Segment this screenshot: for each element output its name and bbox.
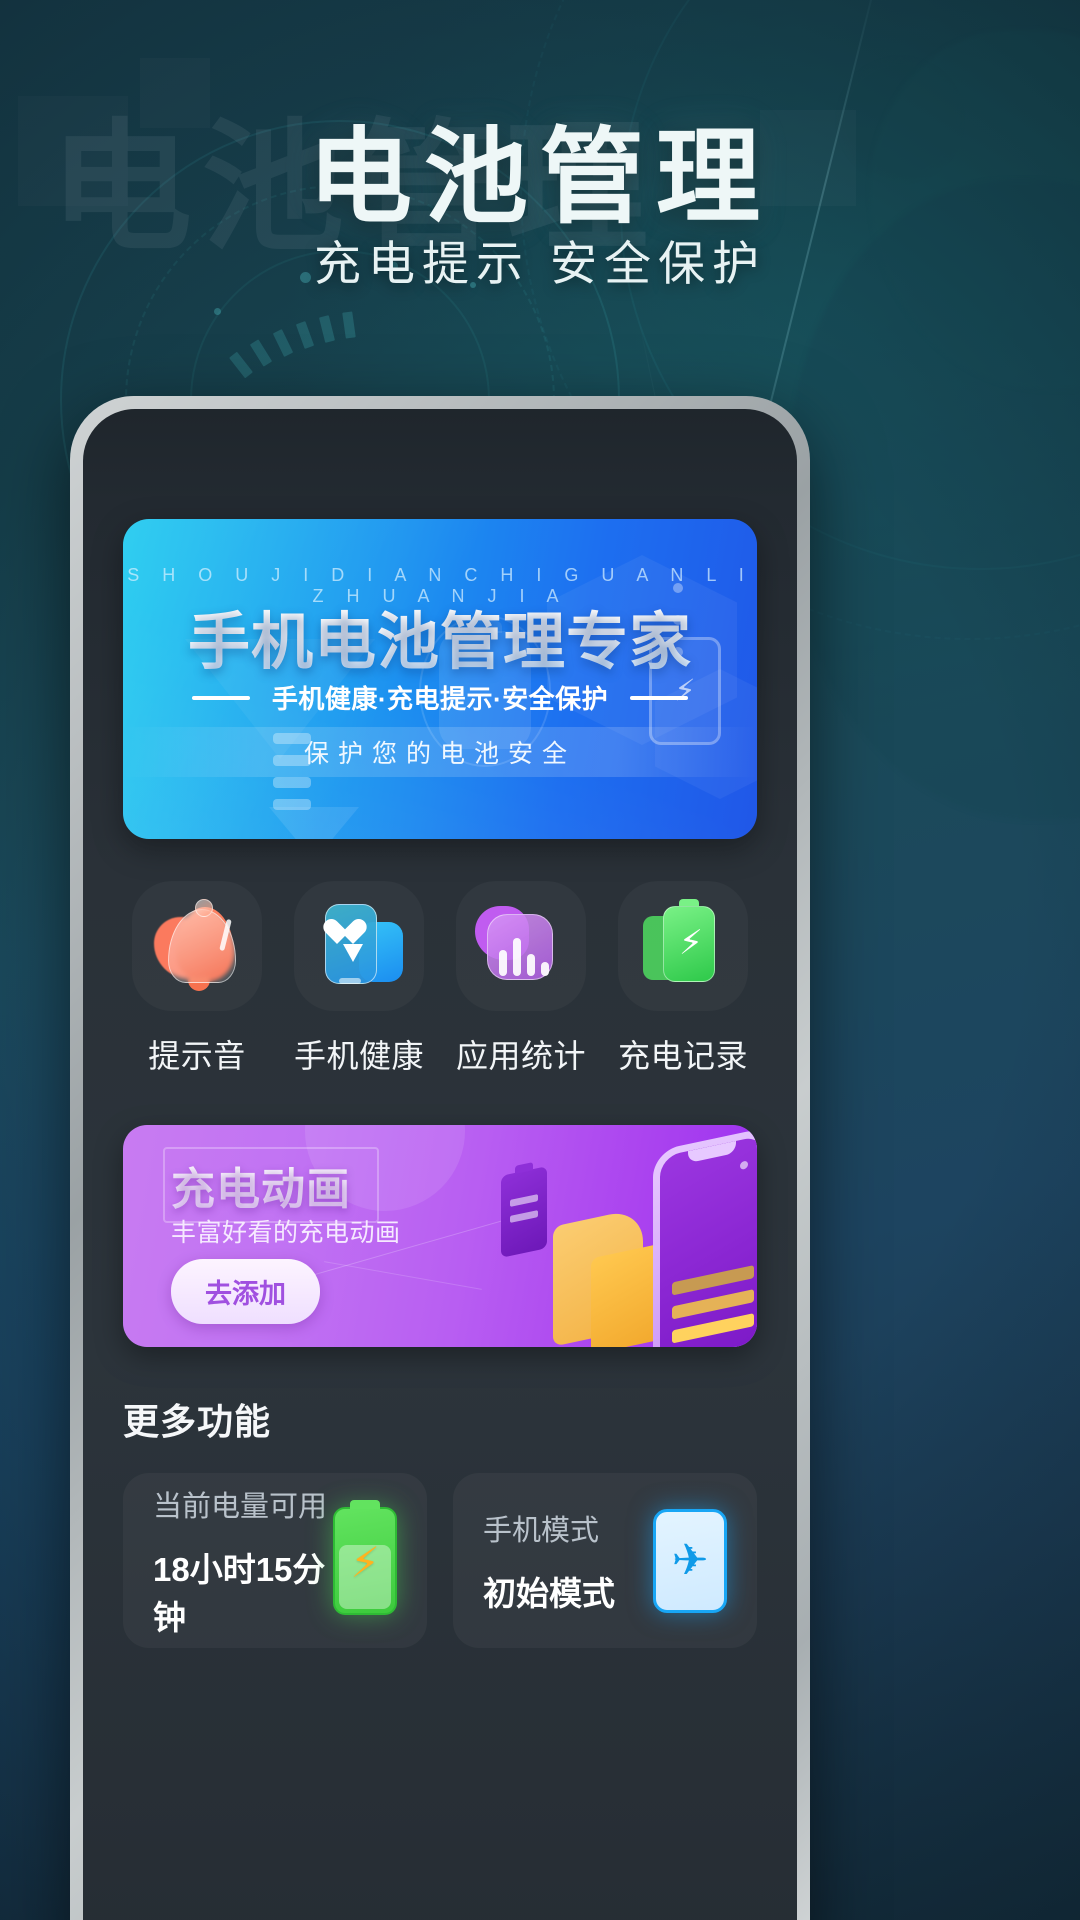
airplane-mode-icon: ✈ (653, 1508, 727, 1613)
quick-item-tone[interactable]: 提示音 (127, 881, 267, 1077)
battery-remaining-label: 当前电量可用 (153, 1490, 328, 1523)
promo-title-frame (163, 1147, 379, 1223)
phone-mode-text: 手机模式 初始模式 (483, 1507, 615, 1615)
battery-remaining-card[interactable]: 当前电量可用 18小时15分钟 ⚡ (123, 1473, 427, 1648)
charging-battery-icon: ⚡ (333, 1506, 397, 1615)
quick-item-label: 提示音 (148, 1038, 246, 1074)
quick-item-icon-box (132, 881, 262, 1011)
battery-remaining-text: 当前电量可用 18小时15分钟 (153, 1483, 333, 1639)
divider-left (191, 695, 250, 700)
divider-right (630, 695, 689, 700)
promo-add-button[interactable]: 去添加 (171, 1259, 320, 1324)
phone-heartbeat-icon (313, 900, 405, 992)
hero-tagline: 手机健康·充电提示·安全保护 (271, 684, 609, 714)
hero-title: 手机电池管理专家 (123, 591, 757, 681)
bell-icon (152, 899, 242, 991)
quick-item-records[interactable]: ⚡ 充电记录 (613, 881, 753, 1077)
battery-remaining-value: 18小时15分钟 (153, 1550, 326, 1636)
promo-title: 充电动画 (163, 1147, 379, 1223)
page-title: 电池管理 (307, 116, 772, 238)
phone-mockup: ⚡ S H O U J I D I A N C H I G U A N L I … (70, 396, 810, 1920)
page-header: 电池管理 电池管理 充电提示 安全保护 (0, 0, 1080, 380)
charging-battery-icon: ⚡ (637, 899, 729, 992)
quick-icon-row: 提示音 手机健康 应用统计 ⚡ 充电记录 (123, 881, 757, 1077)
phone-mode-label: 手机模式 (483, 1514, 600, 1547)
quick-item-icon-box: ⚡ (618, 881, 748, 1011)
bar-chart-icon (475, 900, 567, 992)
page-subtitle: 充电提示 安全保护 (313, 237, 767, 290)
quick-item-label: 应用统计 (455, 1038, 586, 1074)
more-section-heading: 更多功能 (123, 1401, 272, 1442)
hero-strip-text: 保护您的电池安全 (303, 740, 576, 768)
hero-tagline-row: 手机健康·充电提示·安全保护 (123, 679, 757, 716)
battery-decor-icon (501, 1166, 547, 1258)
quick-item-icon-box (294, 881, 424, 1011)
quick-item-stats[interactable]: 应用统计 (451, 881, 591, 1077)
more-section-cards: 当前电量可用 18小时15分钟 ⚡ 手机模式 初始模式 ✈ (123, 1473, 757, 1648)
phone-decor-front (653, 1126, 757, 1347)
quick-item-label: 充电记录 (617, 1038, 748, 1074)
phone-mode-card[interactable]: 手机模式 初始模式 ✈ (453, 1473, 757, 1648)
quick-item-icon-box (456, 881, 586, 1011)
promo-subtitle: 丰富好看的充电动画 (171, 1219, 401, 1247)
phone-mode-value: 初始模式 (483, 1574, 615, 1612)
hero-strip: 保护您的电池安全 (123, 727, 757, 777)
phone-screen: ⚡ S H O U J I D I A N C H I G U A N L I … (83, 409, 797, 1920)
hero-banner[interactable]: ⚡ S H O U J I D I A N C H I G U A N L I … (123, 519, 757, 839)
promo-banner[interactable]: 充电动画 丰富好看的充电动画 去添加 (123, 1125, 757, 1347)
card-decor (591, 1243, 661, 1347)
line-decor (324, 1261, 482, 1290)
quick-item-label: 手机健康 (293, 1038, 424, 1074)
quick-item-health[interactable]: 手机健康 (289, 881, 429, 1077)
